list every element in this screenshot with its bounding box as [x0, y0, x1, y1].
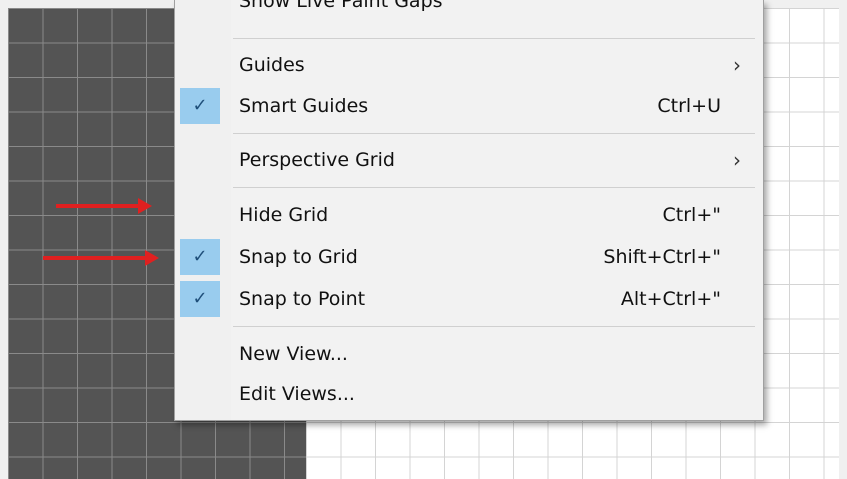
menu-item-edit-views[interactable]: Edit Views...	[175, 375, 763, 413]
menu-item-label: Smart Guides	[239, 95, 369, 117]
menu-item-label: Snap to Grid	[239, 246, 358, 268]
chevron-right-icon: ›	[733, 53, 741, 77]
menu-item-new-view[interactable]: New View...	[175, 335, 763, 373]
window-right-edge	[839, 0, 847, 479]
menu-item-label: Snap to Point	[239, 288, 366, 310]
menu-item-smart-guides[interactable]: ✓ Smart Guides Ctrl+U	[175, 87, 763, 125]
menu-item-snap-to-point[interactable]: ✓ Snap to Point Alt+Ctrl+"	[175, 280, 763, 318]
menu-item-label: Hide Grid	[239, 204, 329, 226]
annotation-arrow-hide-grid	[56, 198, 152, 214]
menu-item-shortcut: Shift+Ctrl+"	[603, 246, 721, 268]
menu-item-shortcut: Ctrl+"	[662, 204, 721, 226]
menu-item-label: Show Live Paint Gaps	[239, 0, 443, 12]
menu-item-snap-to-grid[interactable]: ✓ Snap to Grid Shift+Ctrl+"	[175, 238, 763, 276]
checkmark-icon: ✓	[180, 88, 220, 124]
chevron-right-icon: ›	[733, 148, 741, 172]
menu-separator	[233, 133, 755, 134]
menu-item-shortcut: Ctrl+U	[657, 95, 721, 117]
menu-separator	[233, 187, 755, 188]
menu-item-label: New View...	[239, 343, 348, 365]
menu-item-show-live-paint-gaps[interactable]: Show Live Paint Gaps	[175, 0, 763, 24]
menu-item-label: Guides	[239, 54, 305, 76]
view-menu: Show Live Paint Gaps Guides › ✓ Smart Gu…	[174, 0, 764, 421]
annotation-arrow-snap-to-grid	[43, 250, 159, 266]
menu-item-guides[interactable]: Guides ›	[175, 46, 763, 84]
menu-item-hide-grid[interactable]: Hide Grid Ctrl+"	[175, 196, 763, 234]
menu-item-shortcut: Alt+Ctrl+"	[620, 288, 721, 310]
menu-item-label: Edit Views...	[239, 383, 355, 405]
menu-item-perspective-grid[interactable]: Perspective Grid ›	[175, 141, 763, 179]
menu-separator	[233, 38, 755, 39]
window-left-edge	[0, 0, 8, 479]
menu-item-label: Perspective Grid	[239, 149, 395, 171]
menu-separator	[233, 326, 755, 327]
checkmark-icon: ✓	[180, 281, 220, 317]
checkmark-icon: ✓	[180, 239, 220, 275]
